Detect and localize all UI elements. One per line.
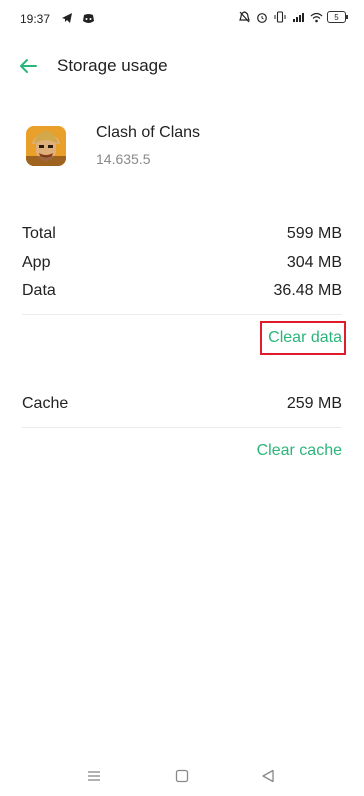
- navigation-bar: [0, 760, 364, 790]
- discord-icon: [81, 11, 95, 25]
- total-row: Total 599 MB: [22, 225, 342, 249]
- status-bar: 19:37 5: [0, 0, 364, 38]
- alarm-icon: [255, 10, 269, 24]
- nav-back-button[interactable]: [256, 764, 280, 788]
- recent-apps-button[interactable]: [82, 764, 106, 788]
- clear-cache-button[interactable]: Clear cache: [257, 442, 342, 460]
- page-title: Storage usage: [57, 56, 168, 75]
- home-icon: [175, 769, 189, 783]
- app-version: 14.635.5: [96, 151, 151, 167]
- silent-icon: [237, 10, 251, 24]
- wifi-icon: [309, 10, 323, 24]
- status-time: 19:37: [20, 12, 51, 26]
- cache-value: 259 MB: [286, 395, 342, 412]
- vibrate-icon: [273, 10, 287, 24]
- telegram-icon: [60, 11, 74, 25]
- total-value: 599 MB: [286, 225, 342, 242]
- app-row: App 304 MB: [22, 254, 342, 278]
- app-header: Storage usage: [0, 44, 364, 88]
- app-name: Clash of Clans: [96, 124, 201, 141]
- total-label: Total: [22, 225, 56, 242]
- app-value: 304 MB: [286, 254, 342, 271]
- divider: [22, 427, 342, 428]
- cache-row: Cache 259 MB: [22, 395, 342, 419]
- arrow-left-icon: [20, 59, 37, 73]
- clear-data-button[interactable]: Clear data: [268, 329, 342, 347]
- back-button[interactable]: [14, 52, 42, 80]
- data-value: 36.48 MB: [273, 282, 342, 299]
- divider: [22, 314, 342, 315]
- menu-icon: [88, 771, 100, 781]
- app-label: App: [22, 254, 51, 271]
- data-label: Data: [22, 282, 56, 299]
- signal-icon: [291, 10, 305, 24]
- home-button[interactable]: [170, 764, 194, 788]
- app-icon: [26, 126, 66, 166]
- cache-label: Cache: [22, 395, 69, 412]
- data-row: Data 36.48 MB: [22, 282, 342, 306]
- back-icon: [262, 769, 274, 783]
- battery-indicator: 5: [327, 11, 348, 23]
